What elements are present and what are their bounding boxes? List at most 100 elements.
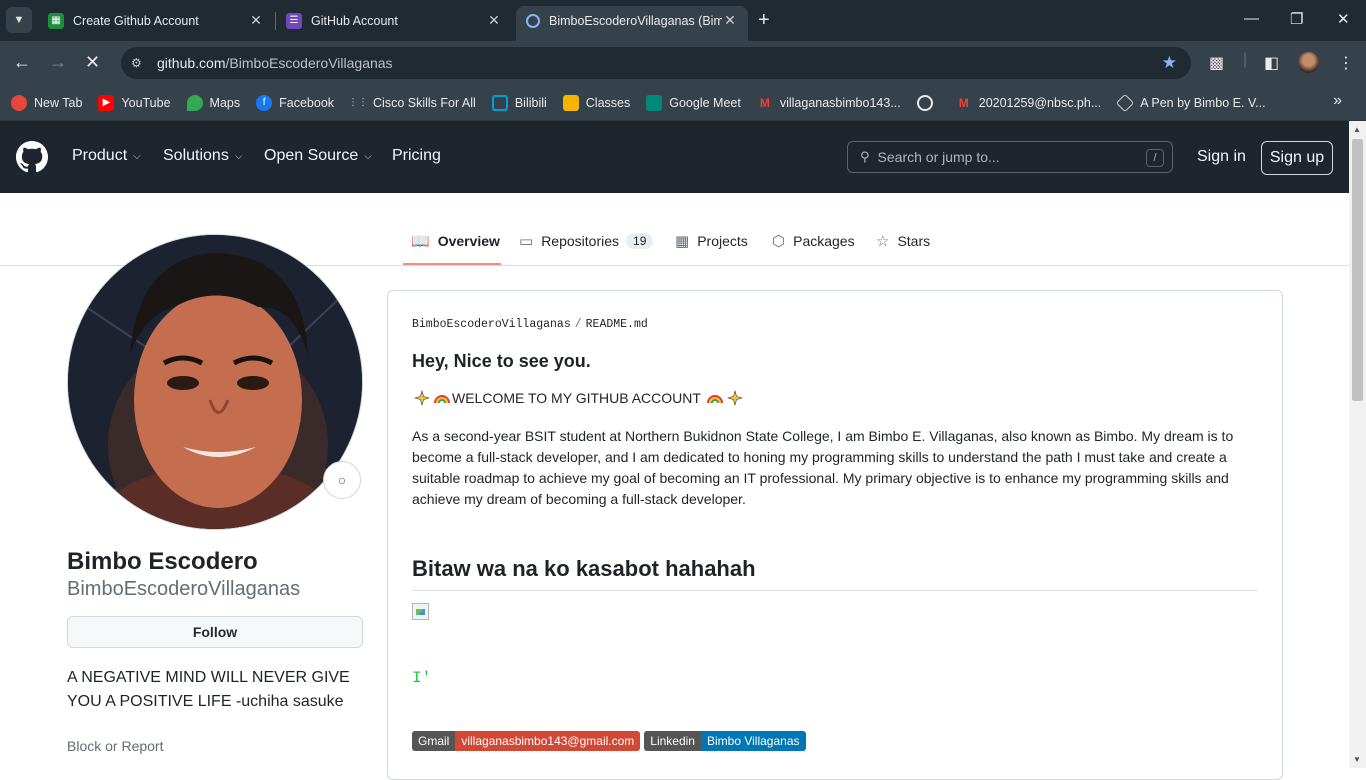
block-or-report-link[interactable]: Block or Report	[67, 738, 163, 754]
package-icon: ⬡	[772, 233, 786, 250]
table-icon: ▦	[675, 233, 690, 250]
nav-solutions[interactable]: Solutions ⌵	[163, 147, 242, 165]
set-status-button[interactable]: ○	[323, 461, 361, 499]
site-info-icon[interactable]: ⚙	[131, 56, 147, 70]
gmail-icon: M	[958, 95, 969, 110]
rainbow-icon	[706, 395, 723, 404]
repo-icon: ▭	[519, 233, 534, 250]
bookmarks-bar: New Tab ▶ YouTube Maps f Facebook ⋮⋮ Cisco …	[0, 85, 1366, 121]
bookmark-facebook[interactable]: f Facebook	[256, 94, 334, 111]
page-scrollbar[interactable]: ▲ ▼	[1349, 121, 1366, 768]
meet-icon	[646, 94, 663, 111]
minimize-button[interactable]: —	[1244, 10, 1259, 27]
profile-avatar-icon[interactable]	[1298, 52, 1319, 73]
tab-projects[interactable]: ▦ Projects	[675, 232, 748, 250]
bookmark-gmail-2[interactable]: M 20201259@nbsc.ph...	[956, 95, 1102, 111]
tab-stars[interactable]: ☆ Stars	[876, 232, 930, 250]
profile-photo	[68, 235, 362, 529]
close-tab-icon[interactable]: ✕	[486, 12, 502, 29]
smiley-icon: ○	[337, 472, 347, 488]
bookmark-google-meet[interactable]: Google Meet	[646, 94, 741, 111]
readme-intro-paragraph: As a second-year BSIT student at Norther…	[412, 428, 1234, 507]
readme-file-link[interactable]: README.md	[586, 318, 648, 331]
url-text[interactable]: github.com/BimboEscoderoVillaganas	[157, 55, 393, 71]
back-button[interactable]: ←	[13, 51, 31, 73]
github-header: Product ⌵ Solutions ⌵ Open Source ⌵ Pricing…	[0, 121, 1349, 193]
nav-pricing[interactable]: Pricing	[392, 147, 441, 165]
follow-button[interactable]: Follow	[67, 616, 363, 648]
sparkles-icon	[726, 390, 743, 406]
search-input[interactable]: ⚲ Search or jump to... /	[847, 141, 1173, 173]
scroll-up-icon[interactable]: ▲	[1353, 125, 1361, 134]
bookmark-maps[interactable]: Maps	[186, 94, 240, 111]
youtube-icon: ▶	[98, 94, 115, 111]
browser-tab-github-account[interactable]: ☰ GitHub Account ✕	[276, 6, 512, 35]
bookmark-new-tab[interactable]: New Tab	[11, 94, 82, 111]
tab-repositories[interactable]: ▭ Repositories 19	[519, 232, 654, 250]
gmail-badge[interactable]: Gmail villaganasbimbo143@gmail.com	[412, 731, 641, 751]
bookmark-cisco[interactable]: ⋮⋮ Cisco Skills For All	[348, 95, 476, 111]
chevron-down-icon: ▼	[13, 14, 25, 26]
browser-toolbar: ← → ✕ ⚙ github.com/BimboEscoderoVillagan…	[0, 41, 1366, 85]
close-tab-icon[interactable]: ✕	[248, 12, 264, 29]
sign-up-button[interactable]: Sign up	[1261, 141, 1333, 175]
profile-username: BimboEscoderoVillaganas	[67, 578, 301, 600]
scrollbar-thumb[interactable]	[1352, 139, 1363, 401]
close-window-button[interactable]: ✕	[1337, 10, 1350, 28]
star-icon: ☆	[876, 233, 890, 250]
facebook-icon: f	[256, 94, 273, 111]
bookmark-codepen[interactable]: A Pen by Bimbo E. V...	[1116, 93, 1266, 112]
new-tab-button[interactable]: +	[758, 10, 770, 30]
profile-bio: A NEGATIVE MIND WILL NEVER GIVE YOU A PO…	[67, 669, 350, 710]
chevron-down-icon: ⌵	[364, 150, 372, 162]
sign-in-link[interactable]: Sign in	[1197, 148, 1246, 166]
repo-count-badge: 19	[626, 233, 654, 249]
contact-badges: Gmail villaganasbimbo143@gmail.com Linke…	[412, 731, 810, 751]
bookmark-bilibili[interactable]: Bilibili	[491, 94, 547, 111]
tab-overview[interactable]: 📖 Overview	[411, 232, 500, 250]
side-panel-icon[interactable]: ◧	[1264, 53, 1279, 73]
more-bookmarks-icon[interactable]: »	[1333, 92, 1342, 110]
tab-packages[interactable]: ⬡ Packages	[772, 232, 855, 250]
nav-product[interactable]: Product ⌵	[72, 147, 141, 165]
bookmark-globe[interactable]	[916, 94, 940, 111]
linkedin-badge[interactable]: Linkedin Bimbo Villaganas	[644, 731, 806, 751]
bookmark-youtube[interactable]: ▶ YouTube	[98, 94, 171, 111]
extensions-icon[interactable]: ▩	[1209, 53, 1224, 73]
close-tab-icon[interactable]: ✕	[722, 12, 738, 29]
nav-open-source[interactable]: Open Source ⌵	[264, 147, 372, 165]
scroll-down-icon[interactable]: ▼	[1353, 755, 1361, 764]
address-bar[interactable]: ⚙ github.com/BimboEscoderoVillaganas ★	[121, 47, 1191, 79]
bookmark-gmail-1[interactable]: Mvillaganasbimbo143...	[757, 95, 901, 111]
restore-button[interactable]: ❐	[1290, 10, 1303, 28]
browser-tab-create-github-account[interactable]: ▦ Create Github Account ✕	[38, 6, 274, 35]
github-logo-icon[interactable]	[16, 141, 48, 173]
readme-welcome-line: WELCOME TO MY GITHUB ACCOUNT	[412, 390, 745, 406]
search-shortcut-key: /	[1146, 149, 1164, 167]
profile-avatar	[67, 234, 363, 530]
forms-icon: ☰	[286, 12, 302, 29]
tab-search-button[interactable]: ▼	[6, 7, 32, 33]
toolbar-divider: |	[1243, 51, 1248, 68]
globe-icon	[916, 94, 933, 111]
broken-image-icon	[412, 603, 429, 620]
typing-animation-text: I'	[412, 669, 432, 687]
browser-tab-active-profile[interactable]: BimboEscoderoVillaganas (Bimb ✕	[516, 6, 748, 41]
arrow-right-icon: →	[49, 52, 67, 72]
codepen-icon	[1116, 93, 1135, 112]
active-tab-underline	[403, 263, 501, 265]
readme-greeting: Hey, Nice to see you.	[412, 351, 591, 371]
forward-button[interactable]: →	[49, 51, 67, 73]
sheets-icon: ▦	[48, 12, 64, 29]
bilibili-icon	[491, 94, 508, 111]
loading-spinner-icon	[526, 13, 540, 28]
bookmark-classes[interactable]: Classes	[562, 94, 630, 111]
stop-loading-button[interactable]: ✕	[85, 51, 100, 73]
bookmark-star-icon[interactable]: ★	[1162, 53, 1177, 73]
more-menu-icon[interactable]: ⋮	[1338, 53, 1354, 73]
readme-section-heading: Bitaw wa na ko kasabot hahahah	[412, 556, 1258, 591]
browser-tab-strip: ▼ ▦ Create Github Account ✕ ☰ GitHub Acc…	[0, 0, 1366, 41]
readme-owner-link[interactable]: BimboEscoderoVillaganas	[412, 318, 571, 331]
readme-card: BimboEscoderoVillaganas / README.md Hey, N…	[387, 290, 1283, 780]
gmail-icon: M	[759, 95, 770, 110]
